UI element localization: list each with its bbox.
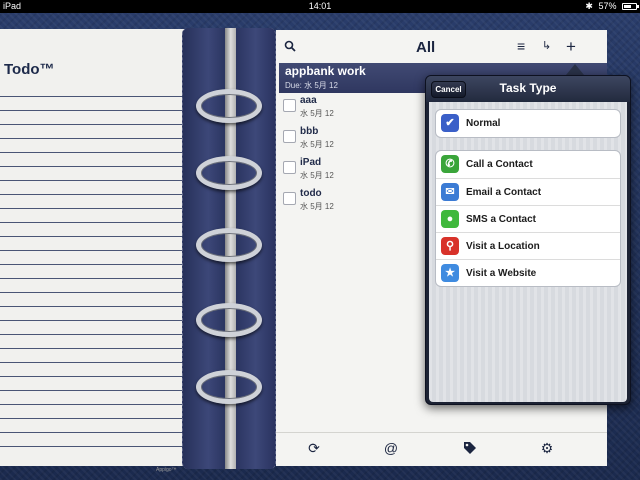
popover-arrow — [566, 64, 584, 75]
task-row[interactable]: iPad 水 5月 12 — [279, 155, 429, 186]
ruled-lines — [0, 83, 182, 453]
task-row[interactable]: aaa 水 5月 12 — [279, 93, 429, 124]
task-type-website[interactable]: ★ Visit a Website — [436, 259, 620, 286]
task-type-label: Email a Contact — [466, 187, 542, 198]
task-type-label: Call a Contact — [466, 159, 533, 170]
task-checkbox[interactable] — [283, 130, 296, 143]
task-type-label: Visit a Website — [466, 268, 537, 279]
task-type-location[interactable]: ⚲ Visit a Location — [436, 232, 620, 259]
task-checkbox[interactable] — [283, 192, 296, 205]
task-name: todo — [300, 188, 322, 199]
task-name: aaa — [300, 95, 317, 106]
task-checkbox[interactable] — [283, 161, 296, 174]
subtask-icon[interactable]: ↳ — [542, 40, 555, 53]
task-checkbox[interactable] — [283, 99, 296, 112]
task-type-label: SMS a Contact — [466, 214, 537, 225]
context-at-icon[interactable]: @ — [383, 440, 399, 456]
envelope-icon: ✉ — [441, 183, 459, 201]
popover-body: ✔ Normal ✆ Call a Contact ✉ Email a Cont… — [429, 102, 627, 402]
binder-ring — [196, 303, 262, 337]
safari-icon: ★ — [441, 264, 459, 282]
task-type-label: Normal — [466, 118, 501, 129]
map-pin-icon: ⚲ — [441, 237, 459, 255]
bottom-toolbar: ⟳ @ ⚙ — [276, 432, 607, 466]
task-name: iPad — [300, 157, 322, 168]
settings-gear-icon[interactable]: ⚙ — [539, 440, 555, 456]
cancel-button[interactable]: Cancel — [431, 81, 466, 98]
task-list: aaa 水 5月 12 bbb 水 5月 12 iPad 水 5月 12 tod… — [279, 93, 429, 433]
task-type-label: Visit a Location — [466, 241, 540, 252]
task-due: 水 5月 12 — [300, 171, 334, 180]
status-bar: iPad 14:01 ✱ 57% — [0, 0, 640, 13]
battery-percent: 57% — [598, 1, 617, 11]
popover-header: Task Type Cancel — [426, 76, 630, 102]
task-row[interactable]: bbb 水 5月 12 — [279, 124, 429, 155]
search-icon[interactable] — [284, 40, 296, 52]
task-name: bbb — [300, 126, 319, 137]
message-icon: ● — [441, 210, 459, 228]
task-type-popover: Task Type Cancel ✔ Normal ✆ Call a Conta… — [425, 75, 631, 405]
sync-icon[interactable]: ⟳ — [306, 440, 322, 456]
list-menu-icon[interactable]: ≡ — [517, 39, 530, 53]
task-row[interactable]: todo 水 5月 12 — [279, 186, 429, 217]
brand-mark: Appigo™ — [156, 467, 177, 473]
task-type-call[interactable]: ✆ Call a Contact — [436, 151, 620, 178]
task-due: 水 5月 12 — [300, 140, 334, 149]
group-due-date: Due: 水 5月 12 — [285, 81, 338, 90]
task-type-sms[interactable]: ● SMS a Contact — [436, 205, 620, 232]
task-due: 水 5月 12 — [300, 202, 334, 211]
phone-icon: ✆ — [441, 155, 459, 173]
tag-icon[interactable] — [462, 440, 478, 456]
app-title: Todo™ — [4, 61, 55, 78]
action-group: ✆ Call a Contact ✉ Email a Contact ● SMS… — [435, 150, 621, 287]
list-title: All — [416, 39, 436, 56]
binder-ring — [196, 228, 262, 262]
normal-group: ✔ Normal — [435, 109, 621, 138]
battery-icon — [622, 3, 639, 10]
checkmark-icon: ✔ — [441, 114, 459, 132]
binder-ring — [196, 89, 262, 123]
task-due: 水 5月 12 — [300, 109, 334, 118]
status-right: ✱ 57% — [582, 0, 639, 13]
add-task-button[interactable]: + — [566, 38, 579, 55]
binder-ring — [196, 156, 262, 190]
task-type-email[interactable]: ✉ Email a Contact — [436, 178, 620, 205]
left-page: Todo™ Appigo™ — [0, 29, 188, 473]
clock: 14:01 — [308, 1, 332, 11]
bluetooth-icon: ✱ — [585, 1, 593, 11]
task-toolbar: All ≡ ↳ + — [276, 30, 607, 63]
group-title: appbank work — [285, 64, 366, 78]
task-type-normal[interactable]: ✔ Normal — [436, 110, 620, 137]
binder-ring — [196, 370, 262, 404]
